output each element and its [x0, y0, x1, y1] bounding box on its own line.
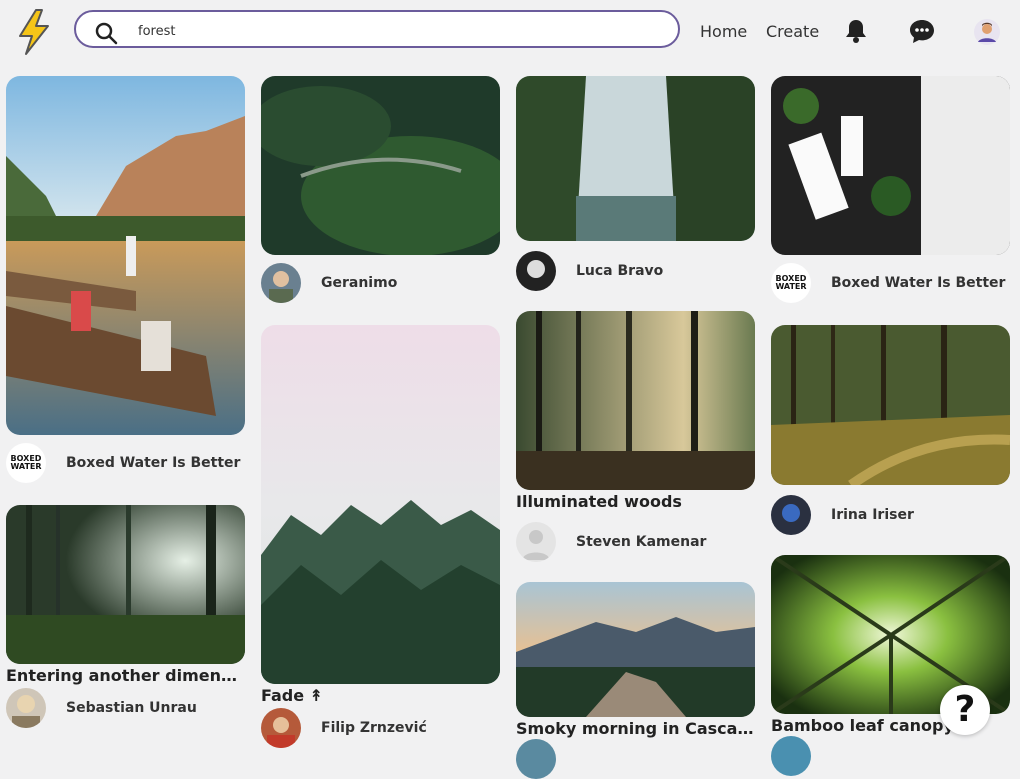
pin-image[interactable] — [771, 76, 1010, 255]
pin-card[interactable]: Irina Iriser — [771, 325, 1010, 535]
help-button[interactable]: ? — [940, 685, 990, 735]
nav-home-link[interactable]: Home — [700, 22, 747, 41]
avatar-logo-text: BOXED WATER — [775, 274, 807, 291]
pin-image[interactable] — [516, 582, 755, 717]
pin-image[interactable] — [261, 76, 500, 255]
pin-image[interactable] — [516, 76, 755, 241]
top-bar: Home Create — [0, 0, 1020, 64]
author-avatar[interactable] — [516, 251, 556, 291]
pin-image[interactable] — [516, 311, 755, 490]
pin-author[interactable]: Steven Kamenar — [516, 522, 755, 562]
pin-card[interactable]: Luca Bravo — [516, 76, 755, 291]
author-avatar[interactable] — [516, 522, 556, 562]
pin-author[interactable] — [516, 739, 755, 779]
pin-card[interactable]: BOXED WATER Boxed Water Is Better — [771, 76, 1010, 303]
pin-image[interactable] — [261, 325, 500, 684]
search-bar[interactable] — [74, 10, 680, 48]
pin-author[interactable]: Geranimo — [261, 263, 500, 303]
pin-card[interactable]: Entering another dimension... Sebastian … — [6, 505, 245, 728]
nav-create-link[interactable]: Create — [766, 22, 819, 41]
pin-card[interactable]: Fade ↟ Filip Zrnzević — [261, 325, 500, 748]
pin-author[interactable]: BOXED WATER Boxed Water Is Better — [771, 263, 1010, 303]
pin-author[interactable]: BOXED WATER Boxed Water Is Better — [6, 443, 245, 483]
author-avatar[interactable] — [261, 263, 301, 303]
pin-card[interactable]: Illuminated woods Steven Kamenar — [516, 311, 755, 562]
author-avatar[interactable]: BOXED WATER — [771, 263, 811, 303]
pin-author[interactable]: Luca Bravo — [516, 251, 755, 291]
search-icon[interactable] — [94, 21, 118, 45]
author-name[interactable]: Irina Iriser — [831, 507, 914, 523]
pin-card[interactable]: BOXED WATER Boxed Water Is Better — [6, 76, 245, 483]
author-avatar[interactable] — [261, 708, 301, 748]
author-name[interactable]: Luca Bravo — [576, 263, 663, 279]
pin-author[interactable]: Filip Zrnzević — [261, 708, 500, 748]
pin-card[interactable]: Bamboo leaf canopy — [771, 555, 1010, 776]
author-name[interactable]: Steven Kamenar — [576, 534, 706, 550]
pin-card[interactable]: Smoky morning in Cascades — [516, 582, 755, 779]
pin-image[interactable] — [6, 505, 245, 664]
author-avatar[interactable] — [6, 688, 46, 728]
pin-caption: Entering another dimension... — [6, 666, 245, 685]
author-avatar[interactable]: BOXED WATER — [6, 443, 46, 483]
bell-icon[interactable] — [842, 17, 870, 45]
author-avatar[interactable] — [516, 739, 556, 779]
author-name[interactable]: Boxed Water Is Better — [66, 455, 240, 471]
author-name[interactable]: Filip Zrnzević — [321, 720, 427, 736]
pin-author[interactable] — [771, 736, 1010, 776]
author-avatar[interactable] — [771, 736, 811, 776]
pin-image[interactable] — [771, 325, 1010, 485]
author-avatar[interactable] — [771, 495, 811, 535]
author-name[interactable]: Geranimo — [321, 275, 397, 291]
pin-caption: Fade ↟ — [261, 686, 324, 705]
author-name[interactable]: Boxed Water Is Better — [831, 275, 1005, 291]
pin-caption: Illuminated woods — [516, 492, 682, 511]
pin-author[interactable]: Sebastian Unrau — [6, 688, 245, 728]
lightning-logo-icon[interactable] — [16, 8, 52, 56]
profile-avatar[interactable] — [973, 18, 1001, 46]
search-input[interactable] — [136, 18, 660, 44]
pin-author[interactable]: Irina Iriser — [771, 495, 1010, 535]
chat-icon[interactable] — [908, 17, 936, 45]
pin-caption: Smoky morning in Cascades — [516, 719, 755, 738]
pin-card[interactable]: Geranimo — [261, 76, 500, 303]
avatar-logo-text: BOXED WATER — [10, 454, 42, 471]
author-name[interactable]: Sebastian Unrau — [66, 700, 197, 716]
pin-image[interactable] — [6, 76, 245, 435]
